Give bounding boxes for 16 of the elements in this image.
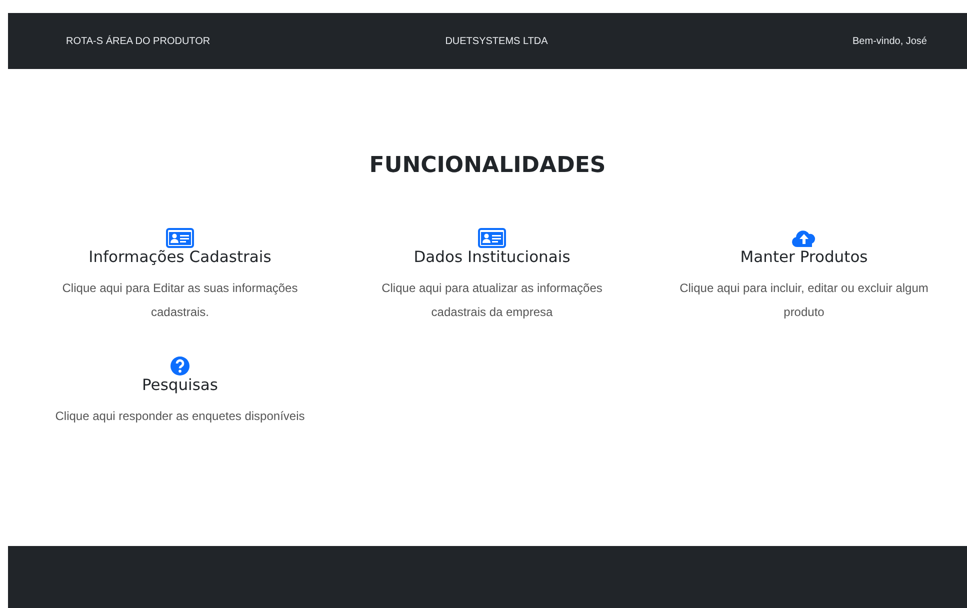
cloud-upload-icon [791, 228, 817, 248]
feature-title[interactable]: Informações Cadastrais [88, 248, 272, 266]
feature-description: Clique aqui responder as enquetes disponíveis [55, 408, 305, 425]
feature-description: Clique aqui para atualizar as informações cadastrais da empresa [380, 280, 604, 321]
feature-description: Clique aqui para Editar as suas informações cadastrais. [61, 280, 299, 321]
company-name: DUETSYSTEMS LTDA [445, 36, 548, 46]
feature-description: Clique aqui para incluir, editar ou excluir algum produto [678, 280, 930, 321]
brand-link[interactable]: ROTA-S ÁREA DO PRODUTOR [66, 36, 210, 46]
id-card-icon [478, 228, 506, 248]
id-card-icon [166, 228, 194, 248]
feature-title[interactable]: Pesquisas [142, 376, 218, 394]
feature-title[interactable]: Dados Institucionais [414, 248, 570, 266]
welcome-text: Bem-vindo, José [852, 36, 927, 46]
section-title: FUNCIONALIDADES [369, 153, 606, 178]
question-icon [170, 356, 190, 376]
feature-title[interactable]: Manter Produtos [740, 248, 868, 266]
